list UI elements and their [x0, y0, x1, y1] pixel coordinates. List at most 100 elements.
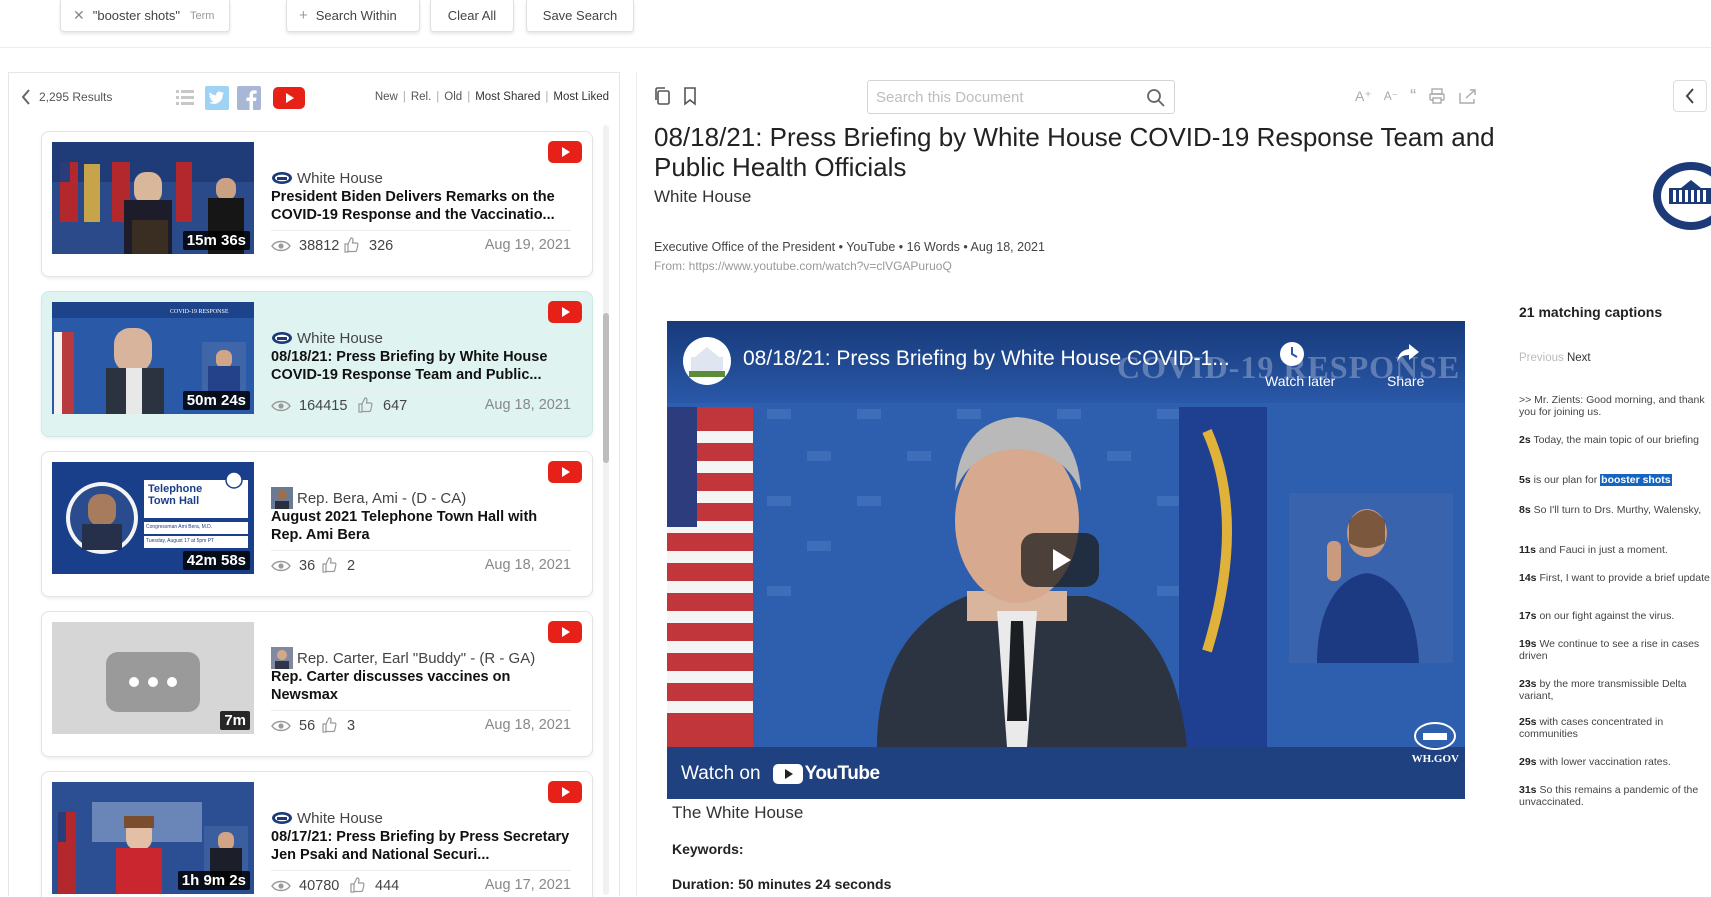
search-within-button[interactable]: + Search Within	[286, 0, 420, 32]
youtube-icon[interactable]	[273, 86, 305, 110]
results-scrollbar-thumb[interactable]	[603, 313, 609, 463]
caption-item[interactable]: 31s So this remains a pandemic of the un…	[1519, 784, 1711, 808]
share-label[interactable]: Share	[1387, 373, 1424, 389]
thumb-congressman-text: Congressman Ami Bera, M.D.	[146, 524, 213, 530]
caption-time: 29s	[1519, 756, 1537, 768]
person-photo-icon	[271, 487, 293, 509]
caption-text: by the more transmissible Delta variant,	[1519, 678, 1687, 702]
play-button[interactable]	[1021, 533, 1099, 587]
clock-icon[interactable]	[1279, 341, 1305, 367]
sort-most-shared[interactable]: Most Shared	[475, 91, 540, 103]
thumb-town-hall-text: Town Hall	[148, 495, 200, 507]
sort-relevance[interactable]: Rel.	[411, 91, 431, 103]
result-card[interactable]: Telephone Town Hall Congressman Ami Bera…	[41, 451, 593, 597]
facebook-icon[interactable]	[237, 86, 261, 110]
like-count: 647	[383, 398, 408, 414]
embedded-video-player[interactable]: 08/18/21: Press Briefing by White House …	[667, 321, 1465, 799]
keywords-label: Keywords:	[672, 841, 744, 857]
caption-time: 11s	[1519, 544, 1536, 556]
remove-term-icon[interactable]: ✕	[73, 7, 85, 24]
share-icon[interactable]	[1458, 87, 1478, 105]
term-chip[interactable]: ✕ "booster shots" Term	[60, 0, 230, 32]
increase-font-button[interactable]: A⁺	[1355, 88, 1372, 105]
watch-later-label[interactable]: Watch later	[1265, 373, 1335, 389]
caption-item[interactable]: 2s Today, the main topic of our briefing	[1519, 434, 1711, 446]
caption-item[interactable]: >> Mr. Zients: Good morning, and thank y…	[1519, 394, 1711, 418]
list-icon[interactable]	[173, 86, 197, 110]
watch-on-youtube-button[interactable]: Watch on YouTube	[681, 757, 880, 791]
result-title[interactable]: 08/18/21: Press Briefing by White House …	[271, 348, 571, 384]
caption-item[interactable]: 11s and Fauci in just a moment.	[1519, 544, 1711, 556]
save-search-button[interactable]: Save Search	[526, 0, 634, 32]
document-url[interactable]: From: https://www.youtube.com/watch?v=cl…	[654, 259, 952, 273]
caption-item[interactable]: 25s with cases concentrated in communiti…	[1519, 716, 1711, 740]
video-duration: 1h 9m 2s	[177, 871, 250, 890]
result-title[interactable]: 08/17/21: Press Briefing by Press Secret…	[271, 828, 571, 864]
play-icon	[1053, 549, 1071, 571]
channel-avatar-icon[interactable]	[681, 335, 733, 387]
views-eye-icon	[271, 400, 291, 412]
views-eye-icon	[271, 880, 291, 892]
clear-all-button[interactable]: Clear All	[430, 0, 514, 32]
print-icon[interactable]	[1428, 87, 1446, 105]
back-chevron-icon[interactable]	[21, 88, 31, 106]
caption-item[interactable]: 5s is our plan for booster shots	[1519, 474, 1711, 486]
caption-item[interactable]: 23s by the more transmissible Delta vari…	[1519, 678, 1711, 702]
result-source: Rep. Carter, Earl "Buddy" - (R - GA)	[271, 647, 535, 669]
result-source-name: White House	[297, 329, 383, 347]
caption-item[interactable]: 19s We continue to see a rise in cases d…	[1519, 638, 1711, 662]
thumb-date-text: Tuesday, August 17 at 5pm PT	[146, 538, 215, 544]
document-meta: Executive Office of the President • YouT…	[654, 240, 1045, 254]
video-thumbnail[interactable]: 15m 36s	[52, 142, 254, 254]
result-title[interactable]: August 2021 Telephone Town Hall with Rep…	[271, 508, 571, 544]
results-panel: 2,295 Results New | Rel. | Old | Most Shared | M…	[8, 72, 621, 897]
sort-new[interactable]: New	[375, 91, 398, 103]
bookmark-icon[interactable]	[681, 86, 699, 106]
thumb-telephone-text: Telephone	[148, 483, 203, 495]
quote-button[interactable]: “	[1410, 86, 1416, 107]
video-duration: 7m	[220, 711, 250, 730]
wh-gov-logo-icon	[1414, 722, 1456, 750]
result-source: White House	[271, 168, 383, 188]
video-thumbnail[interactable]: 7m	[52, 622, 254, 734]
collapse-panel-button[interactable]	[1673, 80, 1707, 112]
result-card-active[interactable]: COVID-19 RESPONSE 50m 24s White House 08…	[41, 291, 593, 437]
share-arrow-icon[interactable]	[1395, 341, 1421, 365]
term-chip-type: Term	[190, 9, 215, 22]
white-house-logo-icon	[272, 332, 292, 344]
result-stats: 36 2 Aug 18, 2021	[271, 557, 571, 577]
results-header: 2,295 Results New | Rel. | Old | Most Shared | M…	[9, 73, 621, 123]
result-title[interactable]: President Biden Delivers Remarks on the …	[271, 188, 571, 224]
caption-item[interactable]: 14s First, I want to provide a brief upd…	[1519, 572, 1711, 584]
video-thumbnail[interactable]: Telephone Town Hall Congressman Ami Bera…	[52, 462, 254, 574]
caption-item[interactable]: 8s So I'll turn to Drs. Murthy, Walensky…	[1519, 504, 1711, 516]
result-source-name: White House	[297, 809, 383, 827]
twitter-icon[interactable]	[205, 86, 229, 110]
next-caption-button[interactable]: Next	[1567, 352, 1591, 364]
like-count: 2	[347, 558, 356, 574]
search-icon[interactable]	[1146, 88, 1166, 108]
video-thumbnail[interactable]: 1h 9m 2s	[52, 782, 254, 894]
caption-item[interactable]: 17s on our fight against the virus.	[1519, 610, 1711, 622]
card-divider	[271, 550, 571, 551]
clear-all-label: Clear All	[447, 8, 497, 23]
copy-icon[interactable]	[653, 86, 671, 106]
result-title[interactable]: Rep. Carter discusses vaccines on Newsma…	[271, 668, 571, 704]
caption-item[interactable]: 29s with lower vaccination rates.	[1519, 756, 1711, 768]
search-filter-bar: ✕ "booster shots" Term + Search Within C…	[0, 0, 1711, 48]
decrease-font-button[interactable]: A⁻	[1384, 89, 1398, 103]
sort-most-liked[interactable]: Most Liked	[553, 91, 609, 103]
card-divider	[271, 390, 571, 391]
sort-old[interactable]: Old	[444, 91, 462, 103]
search-document-input[interactable]	[876, 81, 1136, 113]
result-card[interactable]: 1h 9m 2s White House 08/17/21: Press Bri…	[41, 771, 593, 897]
wh-gov-label: WH.GOV	[1411, 753, 1459, 765]
caption-time: 31s	[1519, 784, 1537, 796]
result-stats: 164415 647 Aug 18, 2021	[271, 397, 571, 417]
result-card[interactable]: 7m Rep. Carter, Earl "Buddy" - (R - GA) …	[41, 611, 593, 757]
video-thumbnail[interactable]: COVID-19 RESPONSE 50m 24s	[52, 302, 254, 414]
results-scrollbar-track[interactable]	[603, 125, 609, 895]
result-card[interactable]: 15m 36s White House President Biden Deli…	[41, 131, 593, 277]
document-panel: A⁺ A⁻ “ 08/18/21: Press Briefing by Whit…	[636, 72, 1711, 896]
previous-caption-button[interactable]: Previous	[1519, 352, 1564, 364]
